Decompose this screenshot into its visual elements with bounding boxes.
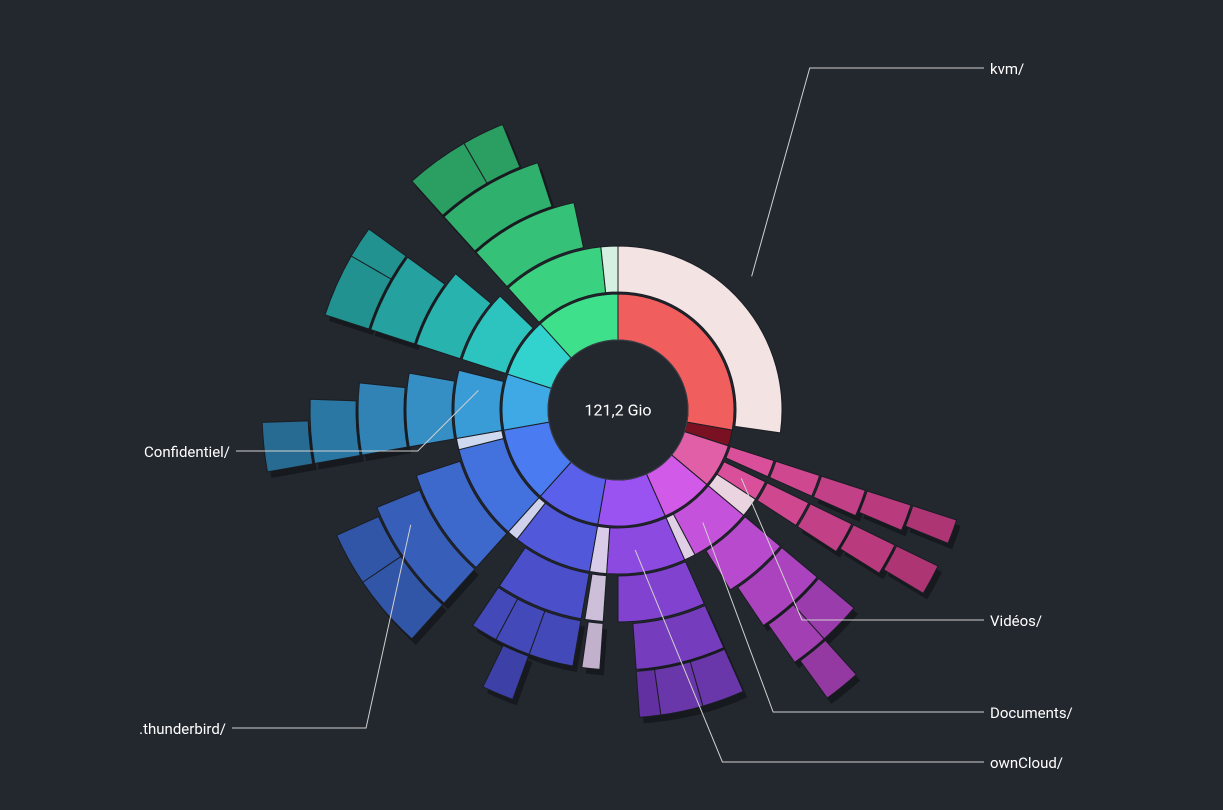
sunburst-segment[interactable] (262, 421, 312, 472)
segment-label: Confidentiel/ (144, 443, 230, 461)
sunburst-segment[interactable] (310, 399, 360, 463)
segment-label: Vidéos/ (990, 612, 1042, 630)
segment-label: Documents/ (990, 704, 1073, 722)
segment-label: .thunderbird/ (139, 720, 226, 738)
segment-label: ownCloud/ (990, 754, 1063, 772)
center-size-label: 121,2 Gio (585, 401, 652, 420)
sunburst-segment[interactable] (406, 373, 455, 447)
sunburst-segment[interactable] (358, 383, 407, 455)
sunburst-segment[interactable] (582, 622, 603, 669)
segment-label: kvm/ (990, 60, 1024, 78)
sunburst-segment[interactable] (454, 370, 504, 438)
leader-line (752, 68, 984, 276)
